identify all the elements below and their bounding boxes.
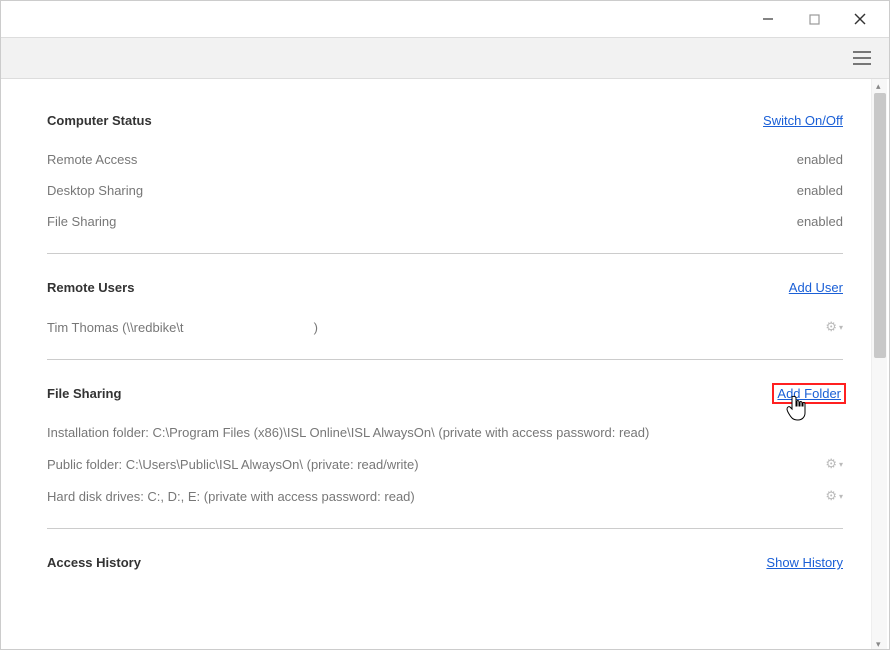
vertical-scrollbar[interactable]: ▴ ▾ [871,79,887,649]
scroll-thumb[interactable] [874,93,886,358]
chevron-down-icon: ▾ [839,323,843,332]
user-settings-button[interactable]: ⚙▾ [825,319,843,335]
section-remote-users: Remote Users Add User Tim Thomas (\\redb… [47,280,843,360]
folder-row: Hard disk drives: C:, D:, E: (private wi… [47,480,843,512]
status-row: Remote Access enabled [47,144,843,175]
folder-label: Public folder: C:\Users\Public\ISL Alway… [47,457,419,472]
row-value: enabled [797,152,843,167]
section-title: File Sharing [47,386,121,401]
scroll-down-icon: ▾ [876,639,884,647]
close-icon [854,13,866,25]
gear-icon: ⚙ [825,488,837,504]
section-computer-status: Computer Status Switch On/Off Remote Acc… [47,113,843,254]
section-title: Remote Users [47,280,134,295]
section-title: Computer Status [47,113,152,128]
section-file-sharing: File Sharing Add Folder Installation fol… [47,386,843,529]
row-label: File Sharing [47,214,116,229]
section-access-history: Access History Show History [47,555,843,570]
row-value: enabled [797,183,843,198]
gear-icon: ⚙ [825,456,837,472]
chevron-down-icon: ▾ [839,460,843,469]
status-row: File Sharing enabled [47,206,843,237]
user-label: Tim Thomas (\\redbike\t ) [47,320,318,335]
folder-row: Public folder: C:\Users\Public\ISL Alway… [47,448,843,480]
folder-label: Installation folder: C:\Program Files (x… [47,425,649,440]
close-button[interactable] [837,4,883,34]
maximize-icon [809,14,820,25]
switch-on-off-link[interactable]: Switch On/Off [763,113,843,128]
folder-row: Installation folder: C:\Program Files (x… [47,417,843,448]
add-folder-link[interactable]: Add Folder [775,386,843,401]
chevron-down-icon: ▾ [839,492,843,501]
gear-icon: ⚙ [825,319,837,335]
row-value: enabled [797,214,843,229]
menu-bar [1,37,889,79]
row-label: Desktop Sharing [47,183,143,198]
folder-label: Hard disk drives: C:, D:, E: (private wi… [47,489,415,504]
minimize-button[interactable] [745,4,791,34]
section-title: Access History [47,555,141,570]
maximize-button[interactable] [791,4,837,34]
title-bar [1,1,889,37]
minimize-icon [762,13,774,25]
user-row: Tim Thomas (\\redbike\t ) ⚙▾ [47,311,843,343]
content-panel: Computer Status Switch On/Off Remote Acc… [1,79,889,649]
scroll-up-icon: ▴ [876,81,884,89]
folder-settings-button[interactable]: ⚙▾ [825,456,843,472]
folder-settings-button[interactable]: ⚙▾ [825,488,843,504]
hamburger-menu-button[interactable] [849,45,875,71]
status-row: Desktop Sharing enabled [47,175,843,206]
row-label: Remote Access [47,152,137,167]
add-user-link[interactable]: Add User [789,280,843,295]
show-history-link[interactable]: Show History [766,555,843,570]
